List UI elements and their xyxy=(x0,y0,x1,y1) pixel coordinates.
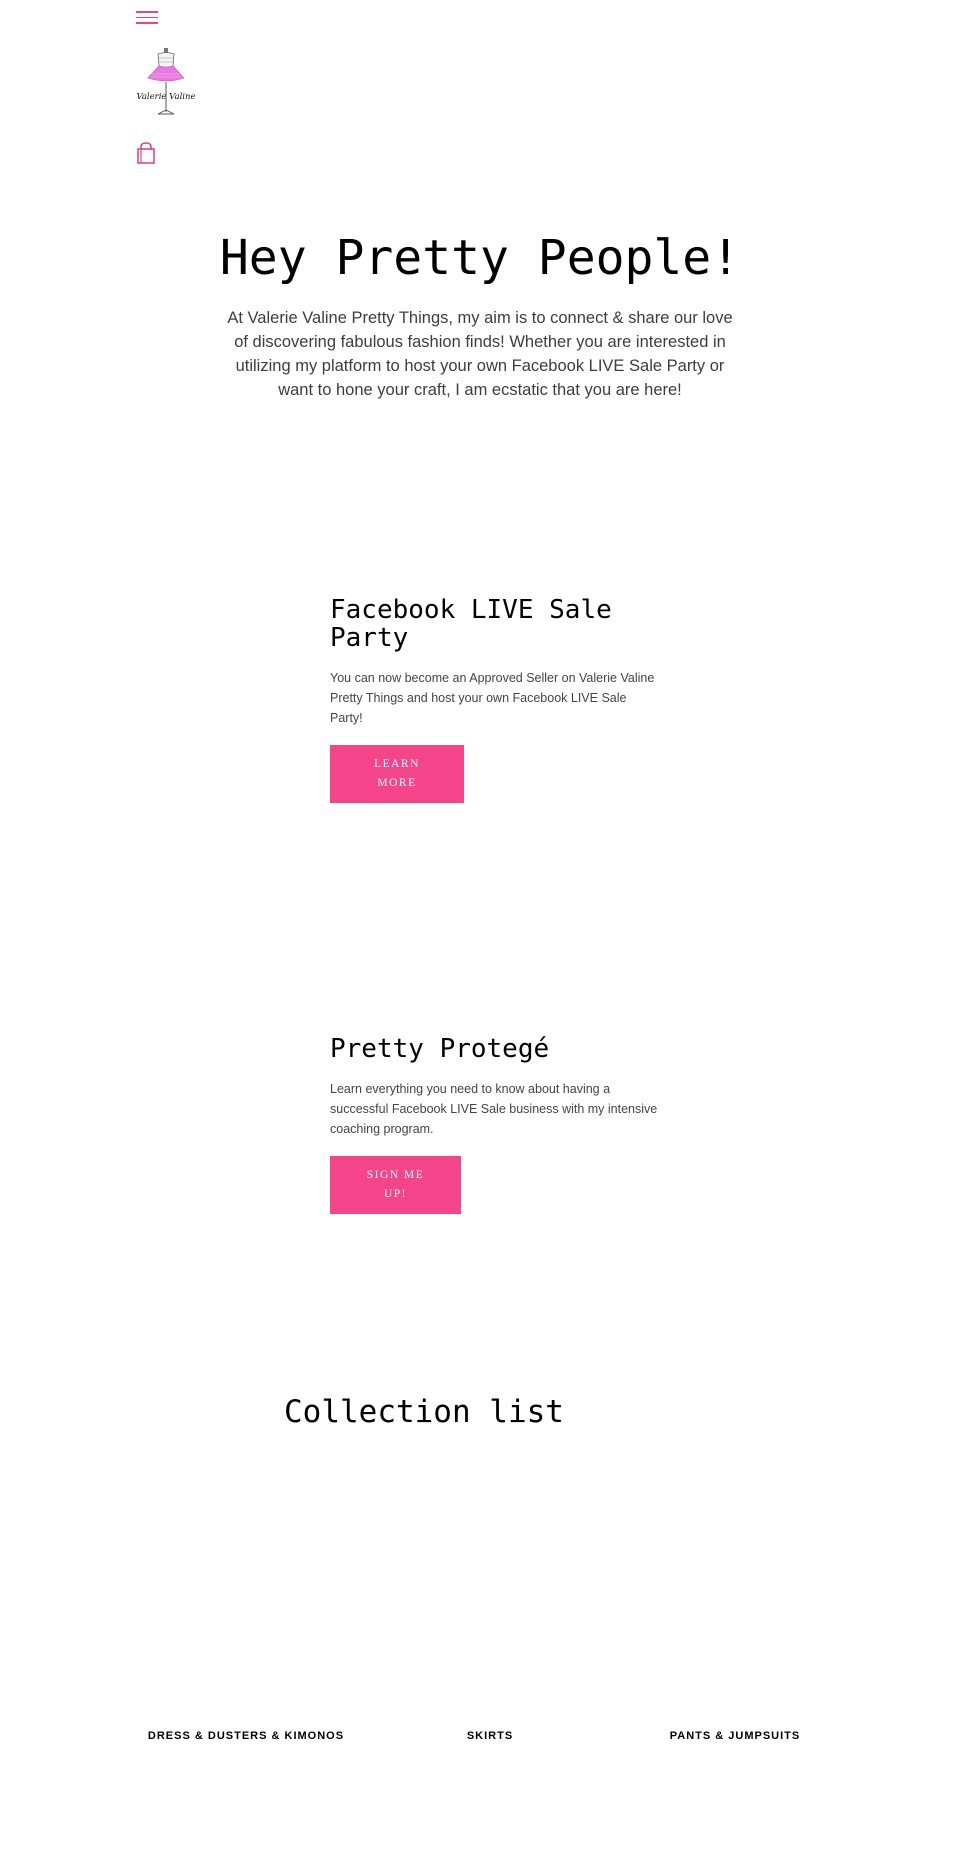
logo-text: Valerie Valine xyxy=(136,92,195,102)
feature-block-pretty-protege: Pretty Protegé Learn everything you need… xyxy=(330,1035,665,1214)
feature-text: Learn everything you need to know about … xyxy=(330,1082,658,1136)
sign-me-up-button[interactable]: Sign me up! xyxy=(330,1156,461,1214)
feature-text: You can now become an Approved Seller on… xyxy=(330,671,655,725)
dress-form-logo-icon: Valerie Valine xyxy=(136,48,196,115)
hero-text: At Valerie Valine Pretty Things, my aim … xyxy=(227,309,733,399)
learn-more-button[interactable]: Learn more xyxy=(330,745,464,803)
cart-button[interactable] xyxy=(136,142,156,164)
shopping-bag-icon xyxy=(137,142,155,164)
hero-title: Hey Pretty People! xyxy=(219,230,741,286)
feature-block-facebook-live: Facebook LIVE Sale Party You can now bec… xyxy=(330,596,660,803)
hamburger-menu-icon xyxy=(136,11,158,13)
collection-list-title: Collection list xyxy=(284,1394,564,1430)
feature-title: Facebook LIVE Sale Party xyxy=(330,595,612,653)
collection-item-skirts[interactable]: Skirts xyxy=(380,1730,600,1742)
site-logo[interactable]: Valerie Valine xyxy=(128,44,204,120)
collection-item-dresses[interactable]: Dress & Dusters & Kimonos xyxy=(136,1730,356,1742)
collection-item-pants[interactable]: Pants & Jumpsuits xyxy=(625,1730,845,1742)
feature-title: Pretty Protegé xyxy=(330,1034,550,1064)
menu-button[interactable] xyxy=(136,8,158,28)
